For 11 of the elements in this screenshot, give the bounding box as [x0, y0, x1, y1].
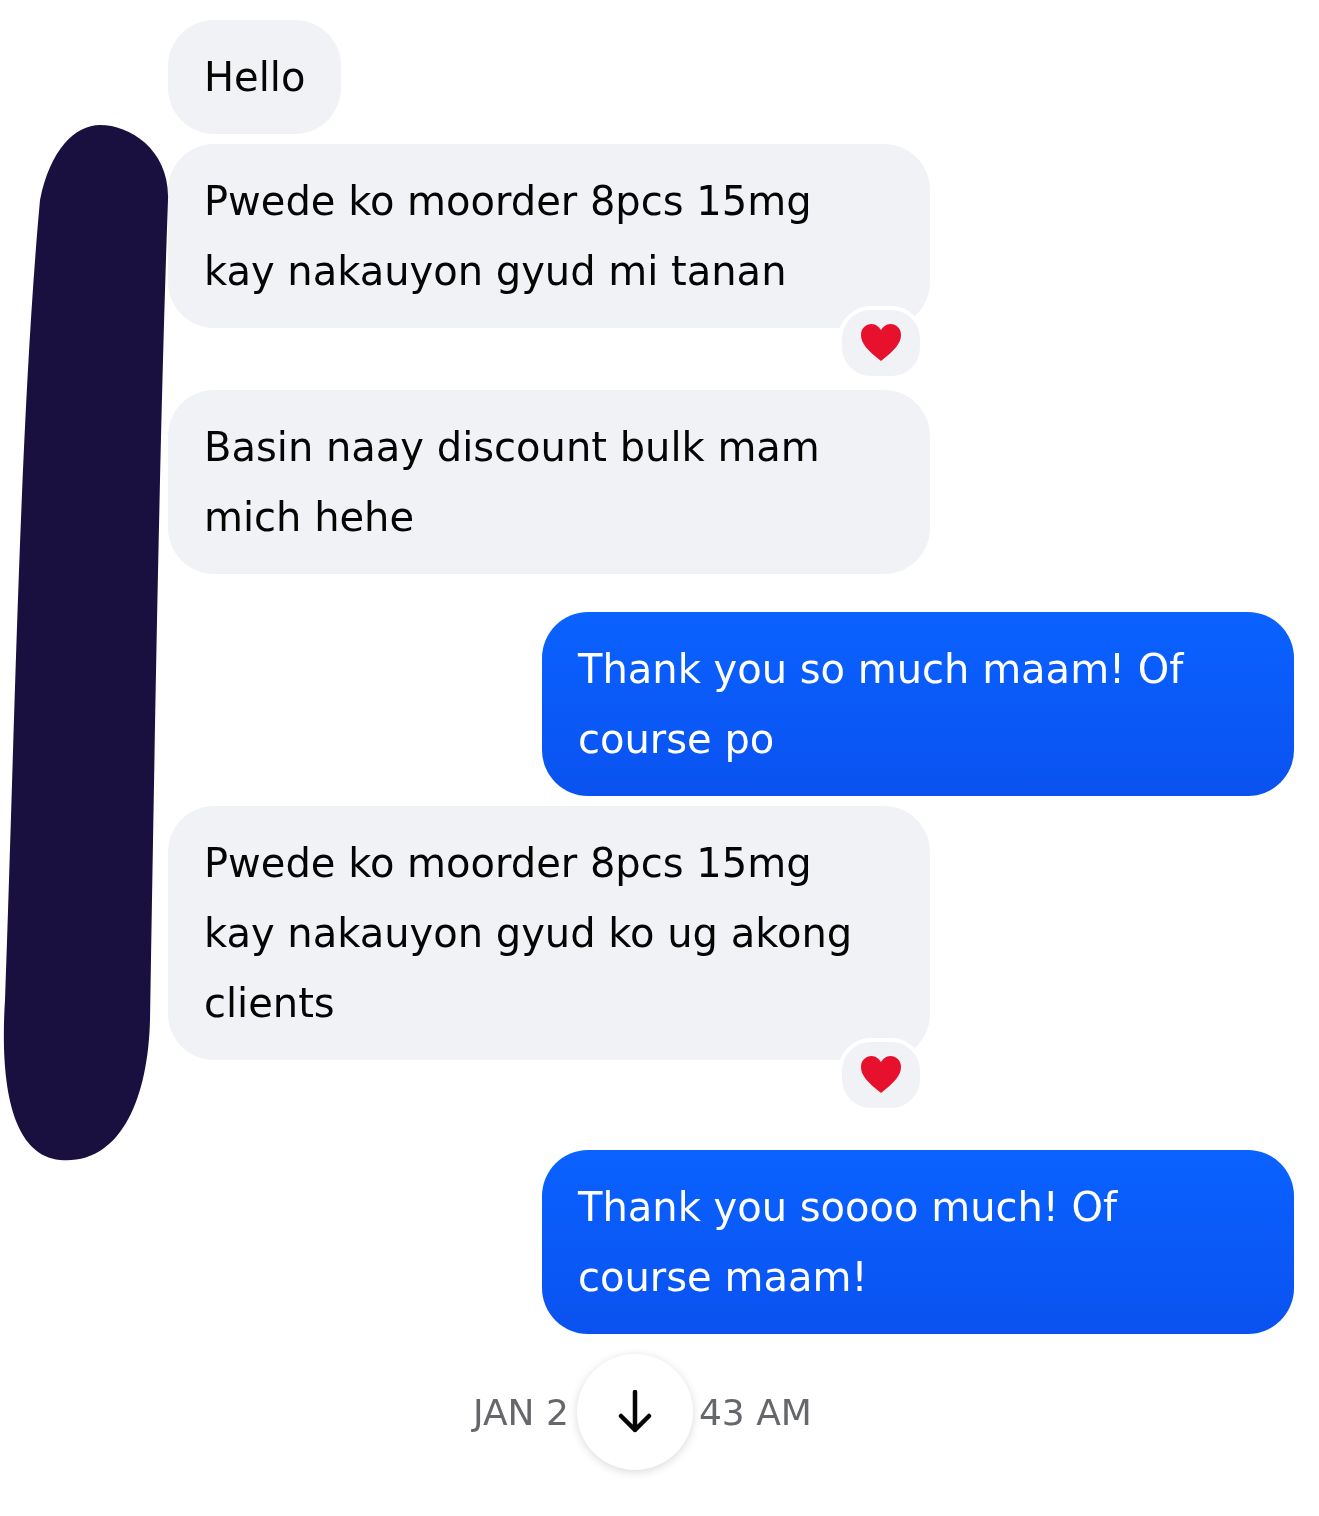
- received-message: Basin naay discount bulk mam mich hehe: [168, 390, 930, 574]
- heart-icon: [859, 323, 903, 363]
- timestamp: 43 AM: [698, 1391, 812, 1433]
- received-message: Pwede ko moorder 8pcs 15mg kay nakauyon gyud ko ug akong clients: [168, 806, 930, 1060]
- sent-message: Thank you so much maam! Of course po: [542, 612, 1294, 796]
- heart-icon: [859, 1055, 903, 1095]
- received-message: Hello: [168, 20, 342, 134]
- down-arrow-icon: [616, 1390, 653, 1434]
- received-message: Pwede ko moorder 8pcs 15mg kay nakauyon gyud mi tanan: [168, 144, 930, 328]
- timestamp: JAN 2: [473, 1391, 569, 1433]
- sent-message: Thank you soooo much! Of course maam!: [542, 1150, 1294, 1334]
